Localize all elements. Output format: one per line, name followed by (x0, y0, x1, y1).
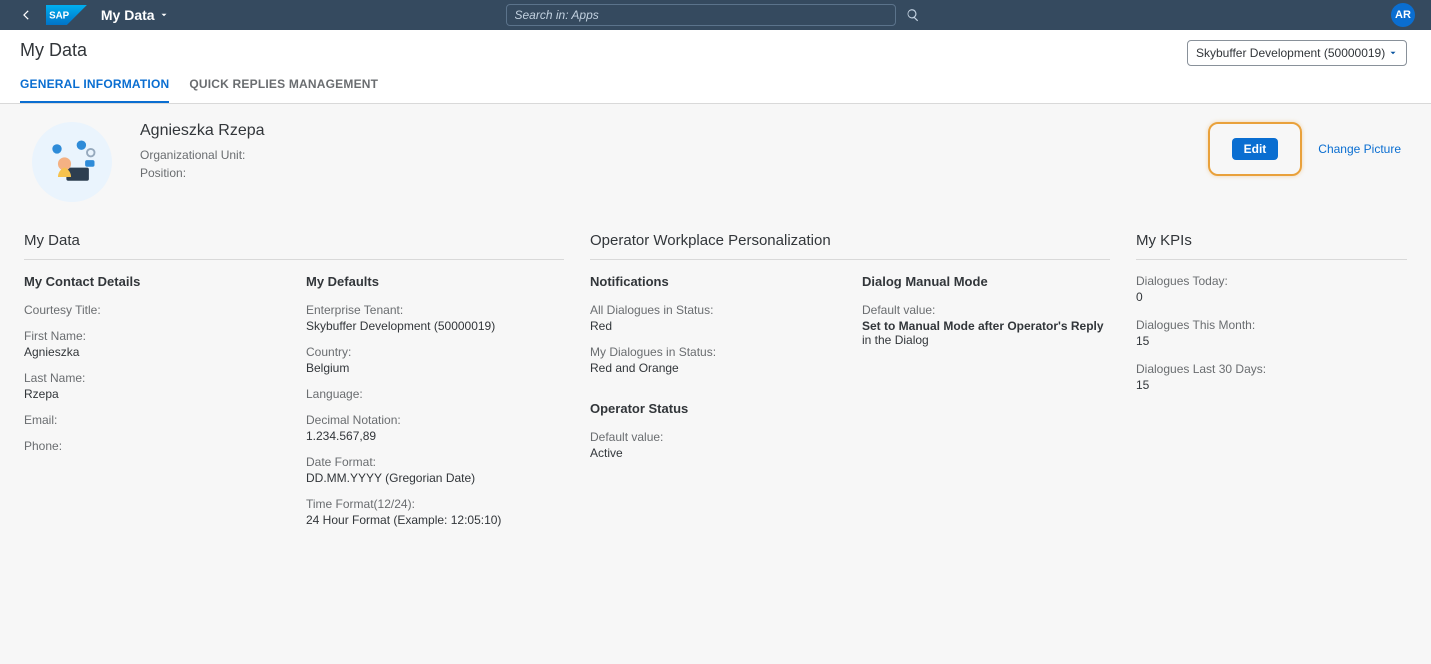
value-decimal-notation: 1.234.567,89 (306, 429, 564, 443)
notifications-block: Notifications All Dialogues in Status: Re… (590, 274, 838, 472)
label-courtesy-title: Courtesy Title: (24, 303, 282, 317)
label-email: Email: (24, 413, 282, 427)
svg-text:SAP: SAP (49, 10, 70, 21)
section-title-my-data: My Data (24, 232, 564, 260)
label-first-name: First Name: (24, 329, 282, 343)
page-header: My Data Skybuffer Development (50000019)… (0, 30, 1431, 104)
tab-general-information[interactable]: GENERAL INFORMATION (20, 71, 169, 103)
tenant-select-value: Skybuffer Development (50000019) (1196, 46, 1385, 60)
chevron-down-icon (1388, 48, 1398, 58)
label-date-format: Date Format: (306, 455, 564, 469)
profile-picture (32, 122, 112, 202)
edit-highlight-box: Edit (1208, 122, 1303, 176)
user-initials: AR (1395, 9, 1411, 21)
kpi-label-month: Dialogues This Month: (1136, 318, 1407, 332)
search-button[interactable] (900, 2, 926, 28)
app-title-text: My Data (101, 7, 155, 23)
sub-title-notifications: Notifications (590, 274, 838, 289)
kpi-label-today: Dialogues Today: (1136, 274, 1407, 288)
chevron-down-icon (159, 10, 169, 20)
tab-quick-replies-management[interactable]: QUICK REPLIES MANAGEMENT (189, 71, 378, 103)
search-input[interactable] (515, 8, 887, 22)
sub-title-dialog-manual: Dialog Manual Mode (862, 274, 1110, 289)
app-title-menu[interactable]: My Data (101, 7, 169, 23)
section-title-personalization: Operator Workplace Personalization (590, 232, 1110, 260)
value-country: Belgium (306, 361, 564, 375)
identity-block: Agnieszka Rzepa Organizational Unit: Pos… (32, 122, 265, 202)
arrow-left-icon (19, 8, 33, 22)
sub-title-operator-status: Operator Status (590, 401, 838, 416)
sub-title-contact: My Contact Details (24, 274, 282, 289)
back-button[interactable] (16, 5, 36, 25)
value-first-name: Agnieszka (24, 345, 282, 359)
label-dialog-manual-default: Default value: (862, 303, 1110, 317)
label-all-dialogues: All Dialogues in Status: (590, 303, 838, 317)
value-op-status-default: Active (590, 446, 838, 460)
kpi-value-30days: 15 (1136, 378, 1407, 392)
search-input-wrapper (506, 4, 896, 26)
value-last-name: Rzepa (24, 387, 282, 401)
kpi-value-today: 0 (1136, 290, 1407, 304)
value-my-dialogues: Red and Orange (590, 361, 838, 375)
label-op-status-default: Default value: (590, 430, 838, 444)
label-last-name: Last Name: (24, 371, 282, 385)
search-icon (906, 8, 920, 22)
tenant-select[interactable]: Skybuffer Development (50000019) (1187, 40, 1407, 66)
value-time-format: 24 Hour Format (Example: 12:05:10) (306, 513, 564, 527)
user-avatar[interactable]: AR (1391, 3, 1415, 27)
value-all-dialogues: Red (590, 319, 838, 333)
tab-bar: GENERAL INFORMATION QUICK REPLIES MANAGE… (20, 71, 1411, 103)
edit-button[interactable]: Edit (1232, 138, 1279, 160)
label-my-dialogues: My Dialogues in Status: (590, 345, 838, 359)
dialog-manual-block: Dialog Manual Mode Default value: Set to… (862, 274, 1110, 472)
kpi-value-month: 15 (1136, 334, 1407, 348)
org-unit-label: Organizational Unit: (140, 148, 245, 162)
profile-illustration-icon (42, 132, 102, 192)
sap-logo: SAP (46, 5, 87, 25)
user-name: Agnieszka Rzepa (140, 122, 265, 140)
label-decimal-notation: Decimal Notation: (306, 413, 564, 427)
label-enterprise-tenant: Enterprise Tenant: (306, 303, 564, 317)
label-country: Country: (306, 345, 564, 359)
position-label: Position: (140, 166, 186, 180)
label-phone: Phone: (24, 439, 282, 453)
section-personalization: Operator Workplace Personalization Notif… (590, 232, 1110, 472)
value-dialog-manual-default: Set to Manual Mode after Operator's Repl… (862, 319, 1110, 347)
my-defaults: My Defaults Enterprise Tenant: Skybuffer … (306, 274, 564, 539)
kpi-label-30days: Dialogues Last 30 Days: (1136, 362, 1407, 376)
shell-header: SAP My Data AR (0, 0, 1431, 30)
label-language: Language: (306, 387, 564, 401)
section-title-kpis: My KPIs (1136, 232, 1407, 260)
value-dialog-manual-bold: Set to Manual Mode after Operator's Repl… (862, 319, 1104, 333)
value-dialog-manual-rest: in the Dialog (862, 333, 929, 347)
content-area: Agnieszka Rzepa Organizational Unit: Pos… (0, 104, 1431, 664)
section-kpis: My KPIs Dialogues Today: 0 Dialogues This… (1136, 232, 1407, 406)
label-time-format: Time Format(12/24): (306, 497, 564, 511)
value-date-format: DD.MM.YYYY (Gregorian Date) (306, 471, 564, 485)
section-my-data: My Data My Contact Details Courtesy Titl… (24, 232, 564, 539)
my-contact-details: My Contact Details Courtesy Title: First… (24, 274, 282, 539)
value-enterprise-tenant: Skybuffer Development (50000019) (306, 319, 564, 333)
change-picture-link[interactable]: Change Picture (1318, 142, 1401, 156)
sub-title-defaults: My Defaults (306, 274, 564, 289)
